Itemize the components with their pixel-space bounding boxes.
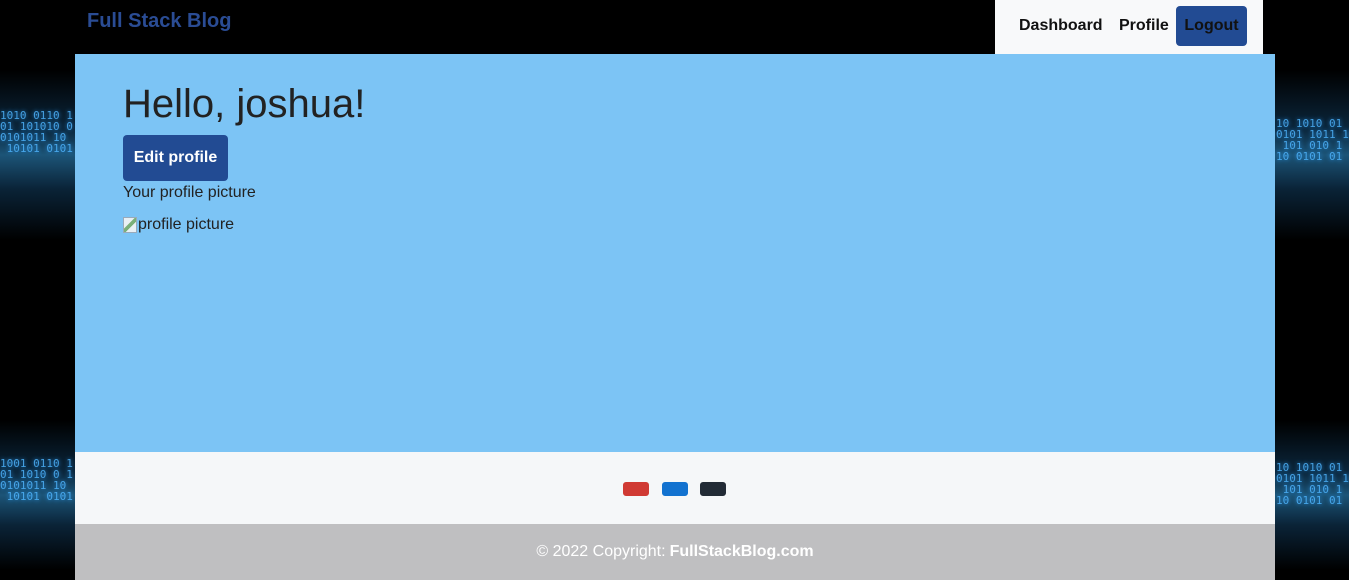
social-button-dark[interactable]: [700, 482, 726, 496]
brand-title[interactable]: Full Stack Blog: [87, 10, 231, 33]
edit-profile-button[interactable]: Edit profile: [123, 135, 228, 181]
profile-picture: profile picture: [123, 216, 234, 234]
social-button-red[interactable]: [623, 482, 649, 496]
footer: © 2022 Copyright: FullStackBlog.com: [75, 524, 1275, 580]
profile-picture-label: Your profile picture: [123, 184, 256, 201]
broken-image-icon: [123, 217, 137, 233]
logout-button[interactable]: Logout: [1176, 6, 1247, 46]
social-links: [75, 452, 1275, 524]
profile-picture-alt: profile picture: [138, 216, 235, 233]
footer-site-link[interactable]: FullStackBlog.com: [670, 543, 814, 561]
greeting-heading: Hello, joshua!: [123, 82, 366, 126]
social-button-blue[interactable]: [662, 482, 688, 496]
profile-section: Hello, joshua! Edit profile Your profile…: [75, 54, 1275, 452]
top-nav: Dashboard Profile Logout: [995, 0, 1263, 54]
nav-dashboard-link[interactable]: Dashboard: [1019, 17, 1103, 35]
nav-profile-link[interactable]: Profile: [1119, 17, 1169, 35]
footer-copyright: © 2022 Copyright:: [536, 543, 666, 560]
